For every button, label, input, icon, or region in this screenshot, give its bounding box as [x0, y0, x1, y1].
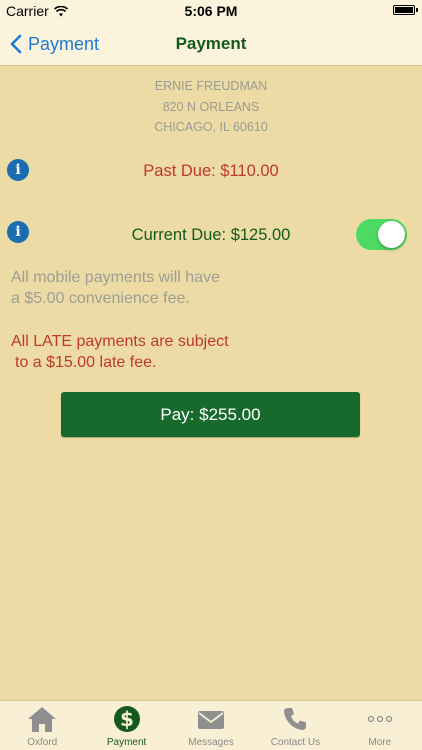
battery-level	[395, 7, 413, 13]
back-button[interactable]: Payment	[10, 22, 99, 66]
tab-more-label: More	[368, 737, 392, 748]
home-icon	[28, 707, 57, 732]
status-time: 5:06 PM	[184, 3, 238, 19]
tab-payment[interactable]: $ Payment	[84, 701, 168, 750]
tab-messages-label: Messages	[188, 737, 234, 748]
tab-contact-us-label: Contact Us	[270, 737, 321, 748]
back-button-label: Payment	[28, 33, 100, 54]
tab-bar: Oxford $ Payment Messages Contact Us Mor…	[0, 700, 422, 750]
account-city: CHICAGO, IL 60610	[154, 120, 268, 134]
svg-text:$: $	[120, 707, 134, 731]
navigation-bar: Payment Payment	[0, 22, 422, 66]
envelope-icon	[198, 711, 225, 729]
tab-more[interactable]: More	[338, 701, 422, 750]
pay-button[interactable]: Pay: $255.00	[61, 392, 360, 437]
fee-note-line2: a $5.00 convenience fee.	[11, 289, 190, 307]
tab-contact-us[interactable]: Contact Us	[253, 701, 337, 750]
more-icon	[367, 715, 392, 723]
chevron-left-icon	[10, 34, 22, 54]
account-street: 820 N ORLEANS	[162, 99, 260, 114]
status-bar: Carrier 5:06 PM	[0, 0, 422, 22]
battery-icon	[393, 5, 418, 15]
late-note-line1: All LATE payments are subject	[11, 333, 229, 350]
phone-icon	[284, 708, 307, 730]
past-due-amount: Past Due: $110.00	[143, 162, 279, 180]
current-due-toggle[interactable]	[356, 219, 407, 250]
dollar-icon: $	[113, 706, 140, 732]
toggle-knob	[378, 221, 405, 248]
convenience-fee-note: All mobile payments will have a $5.00 co…	[11, 268, 220, 309]
late-fee-note: All LATE payments are subject to a $15.0…	[11, 331, 229, 373]
tab-oxford-label: Oxford	[27, 737, 58, 748]
tab-payment-label: Payment	[106, 737, 147, 748]
late-note-line2: to a $15.00 late fee.	[15, 354, 157, 371]
account-address: ERNIE FREUDMAN 820 N ORLEANS CHICAGO, IL…	[0, 76, 422, 138]
tab-oxford[interactable]: Oxford	[0, 701, 84, 750]
fee-note-line1: All mobile payments will have	[11, 269, 220, 286]
account-name: ERNIE FREUDMAN	[154, 79, 268, 93]
tab-messages[interactable]: Messages	[169, 701, 253, 750]
